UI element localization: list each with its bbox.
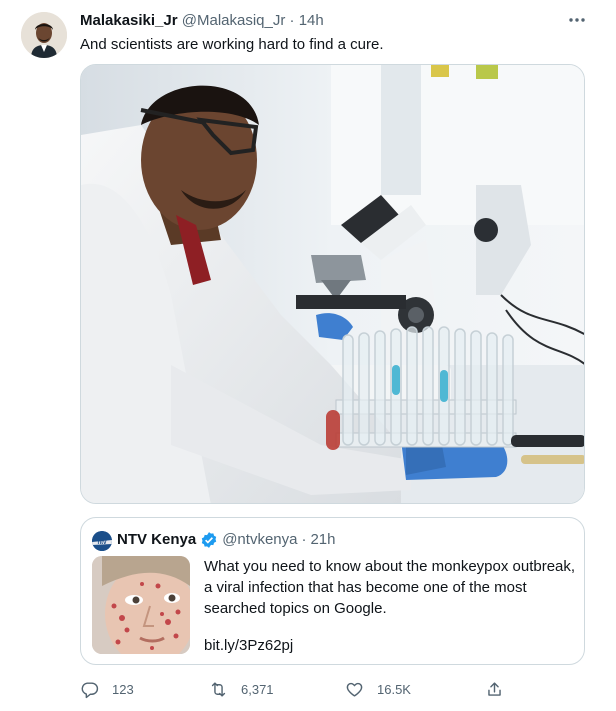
quoted-author-handle[interactable]: @ntvkenya [222, 529, 297, 551]
quoted-link[interactable]: bit.ly/3Pz62pj [204, 635, 293, 656]
quoted-separator-dot: · [301, 531, 307, 548]
share-button[interactable] [485, 675, 517, 703]
tweet-media-image[interactable] [80, 64, 585, 504]
heart-icon [346, 682, 363, 697]
tweet[interactable]: Malakasiki_Jr @Malakasiq_Jr · 14h And sc… [0, 0, 616, 711]
like-count: 16.5K [377, 681, 411, 697]
author-name[interactable]: Malakasiki_Jr [80, 12, 178, 29]
reply-button[interactable]: 123 [80, 675, 134, 703]
quoted-timestamp[interactable]: 21h [310, 529, 335, 551]
quoted-thumbnail-image[interactable] [92, 556, 190, 654]
separator-dot: · [289, 12, 295, 29]
author-handle[interactable]: @Malakasiq_Jr [182, 12, 286, 29]
retweet-button[interactable]: 6,371 [209, 675, 274, 703]
like-button[interactable]: 16.5K [345, 675, 411, 703]
tweet-header: Malakasiki_Jr @Malakasiq_Jr · 14h [80, 11, 324, 31]
avatar[interactable] [21, 12, 67, 58]
timestamp[interactable]: 14h [299, 12, 324, 29]
reply-icon [81, 681, 99, 698]
more-dots-icon [569, 18, 585, 22]
tweet-text: And scientists are working hard to find … [80, 36, 384, 53]
reply-count: 123 [112, 681, 134, 697]
tweet-actions: 123 6,371 16.5K [80, 675, 585, 703]
quoted-tweet[interactable]: ntv NTV Kenya @ntvkenya · 21h What you n… [80, 517, 585, 665]
verified-badge-icon [200, 531, 218, 549]
quoted-text: What you need to know about the monkeypo… [204, 558, 576, 617]
share-icon [488, 681, 501, 696]
quoted-header: NTV Kenya @ntvkenya · 21h [117, 529, 336, 551]
retweet-icon [211, 681, 226, 697]
more-options-button[interactable] [562, 8, 592, 32]
ntv-logo-text: ntv [98, 540, 108, 546]
quoted-avatar[interactable]: ntv [92, 531, 112, 551]
retweet-count: 6,371 [241, 681, 274, 697]
quoted-author-name[interactable]: NTV Kenya [117, 529, 196, 551]
